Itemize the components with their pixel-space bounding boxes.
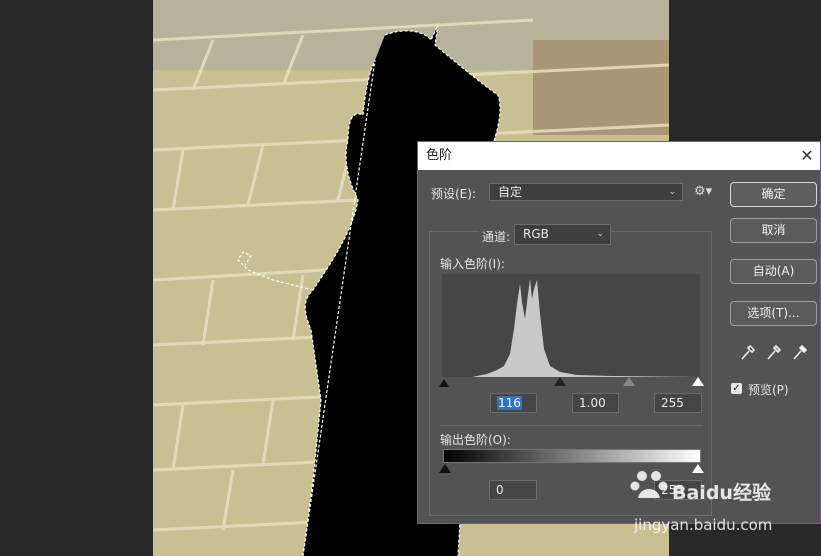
input-shadow-slider[interactable]	[554, 377, 566, 386]
input-levels-label: 输入色阶(I):	[440, 257, 505, 271]
chevron-down-icon: ⌄	[596, 229, 604, 239]
input-midtone-field[interactable]: 1.00	[572, 393, 619, 413]
channel-select[interactable]: RGB ⌄	[514, 224, 611, 245]
histogram	[442, 274, 700, 377]
input-midtone-slider[interactable]	[623, 377, 635, 386]
black-eyedropper-icon[interactable]	[740, 343, 756, 365]
input-highlight-field[interactable]: 255	[654, 393, 702, 413]
channel-value: RGB	[523, 227, 549, 241]
dialog-titlebar[interactable]: 色阶 ✕	[418, 142, 820, 170]
cancel-button[interactable]: 取消	[730, 218, 817, 243]
preview-checkbox[interactable]: ✓	[731, 383, 742, 394]
gear-icon[interactable]: ⚙▾	[694, 184, 712, 199]
channel-label: 通道:	[479, 228, 514, 245]
options-button[interactable]: 选项(T)...	[730, 301, 817, 326]
watermark-title: Baidu经验	[672, 482, 771, 504]
output-low-field[interactable]: 0	[489, 480, 537, 500]
close-icon[interactable]: ✕	[796, 142, 818, 170]
output-white-slider[interactable]	[692, 464, 704, 473]
white-eyedropper-icon[interactable]	[792, 343, 808, 365]
gray-eyedropper-icon[interactable]	[766, 343, 782, 365]
preview-label: 预览(P)	[748, 383, 789, 397]
output-black-slider[interactable]	[439, 464, 451, 473]
divider	[440, 425, 702, 426]
auto-button[interactable]: 自动(A)	[730, 259, 817, 284]
output-levels-label: 输出色阶(O):	[440, 433, 511, 447]
dialog-title: 色阶	[426, 148, 453, 163]
chevron-down-icon: ⌄	[668, 187, 676, 197]
input-shadow-field[interactable]: 116	[490, 393, 537, 413]
histogram-plot	[442, 279, 700, 377]
watermark-url: jingyan.baidu.com	[634, 516, 773, 534]
output-gradient-bar	[443, 449, 701, 463]
preset-value: 自定	[498, 185, 523, 199]
input-highlight-slider[interactable]	[692, 377, 704, 386]
preset-select[interactable]: 自定 ⌄	[489, 183, 683, 201]
paw-icon	[630, 471, 668, 498]
ok-button[interactable]: 确定	[730, 182, 817, 207]
input-black-slider[interactable]	[439, 379, 449, 387]
preset-label: 预设(E):	[431, 187, 476, 201]
levels-dialog: 色阶 ✕ 预设(E): 自定 ⌄ ⚙▾ 通道: RGB ⌄ 输入色阶(I): 1…	[417, 141, 821, 524]
